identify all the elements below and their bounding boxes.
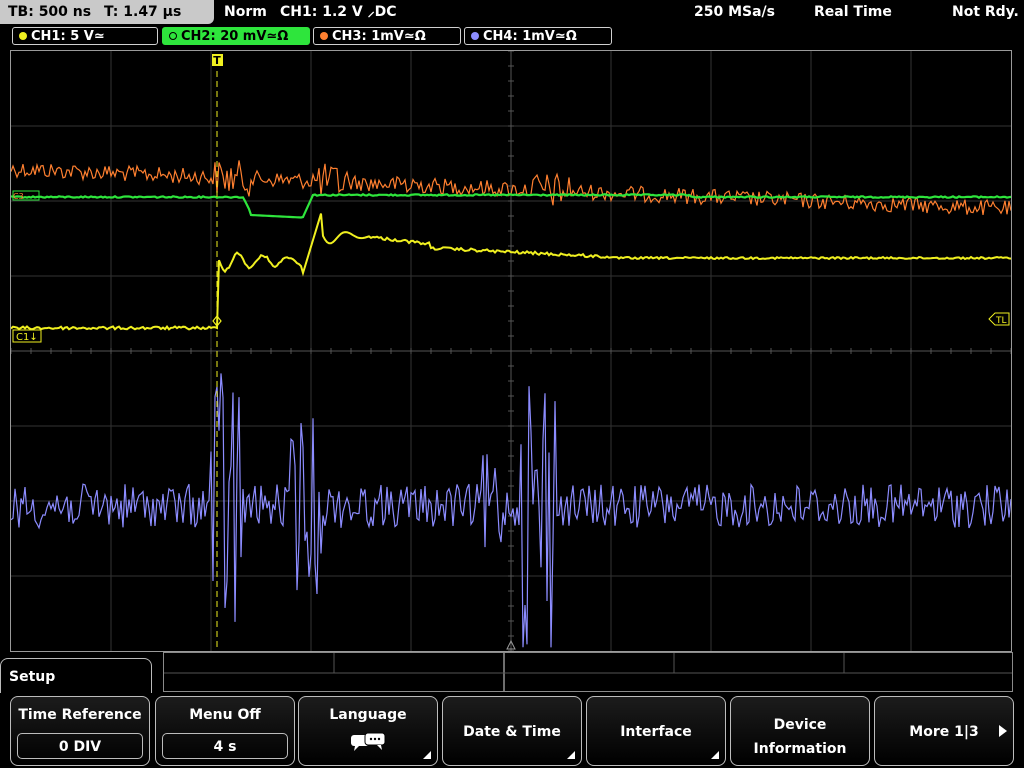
- submenu-indicator-icon: [711, 751, 719, 759]
- ch2-dot-icon: [169, 32, 177, 40]
- interface-button[interactable]: Interface: [586, 696, 726, 766]
- timebase-box[interactable]: TB: 500 ns T: 1.47 µs: [0, 0, 214, 24]
- timebase-label: TB: 500 ns: [8, 4, 92, 20]
- trigger-source[interactable]: CH1: 1.2 V ⸝DC: [280, 0, 396, 24]
- ch1-dot-icon: [19, 32, 27, 40]
- trigger-marker-label: T: [213, 54, 221, 67]
- next-page-arrow-icon: [999, 725, 1007, 737]
- speech-bubbles-icon: [351, 732, 386, 751]
- trigger-level-marker[interactable]: TL: [988, 312, 1010, 326]
- time-reference-button[interactable]: Time Reference 0 DIV: [10, 696, 150, 766]
- trigger-time-label: T: 1.47 µs: [104, 4, 182, 20]
- channel-tab-ch3[interactable]: CH3: 1mV≃Ω: [313, 27, 461, 45]
- more-label: More 1|3: [909, 724, 979, 740]
- waveform-display[interactable]: T C1↓ TL C3: [10, 50, 1012, 652]
- channel-row: CH1: 5 V≃ CH2: 20 mV≃Ω CH3: 1mV≃Ω CH4: 1…: [0, 26, 1024, 48]
- device-information-line2: Information: [753, 741, 847, 757]
- language-button[interactable]: Language: [298, 696, 438, 766]
- ch3-dot-icon: [320, 32, 328, 40]
- ch4-label: CH4: 1mV≃Ω: [483, 29, 577, 44]
- ch3-label: CH3: 1mV≃Ω: [332, 29, 426, 44]
- overview-ticks: [164, 653, 1012, 691]
- ch2-label: CH2: 20 mV≃Ω: [181, 29, 289, 44]
- time-reference-label: Time Reference: [18, 707, 142, 723]
- acquisition-mode: Real Time: [814, 4, 892, 20]
- channel-tab-ch1[interactable]: CH1: 5 V≃: [12, 27, 158, 45]
- setup-menu-tab[interactable]: Setup: [0, 658, 152, 698]
- sample-rate: 250 MSa/s: [694, 4, 776, 20]
- softkey-menu: Time Reference 0 DIV Menu Off 4 s Langua…: [0, 693, 1024, 768]
- date-time-label: Date & Time: [463, 724, 561, 740]
- date-time-button[interactable]: Date & Time: [442, 696, 582, 766]
- waveform-svg: T C1↓ TL C3: [11, 51, 1011, 651]
- language-label: Language: [329, 707, 407, 723]
- ch1-offset-marker[interactable]: C1↓: [12, 329, 42, 343]
- zoom-overview-bar: [163, 652, 1013, 692]
- c1-marker-label: C1↓: [16, 332, 38, 343]
- more-button[interactable]: More 1|3: [874, 696, 1014, 766]
- channel-tab-ch4[interactable]: CH4: 1mV≃Ω: [464, 27, 612, 45]
- menu-off-label: Menu Off: [189, 707, 261, 723]
- submenu-indicator-icon: [423, 751, 431, 759]
- device-information-label: Device Information: [731, 713, 869, 761]
- setup-label: Setup: [9, 669, 56, 685]
- tl-marker-label: TL: [995, 316, 1007, 326]
- channel-tab-ch2[interactable]: CH2: 20 mV≃Ω: [162, 27, 310, 45]
- trigger-mode[interactable]: Norm: [224, 0, 267, 24]
- ch1-label: CH1: 5 V≃: [31, 29, 105, 44]
- graticule: [11, 51, 1011, 651]
- ch4-dot-icon: [471, 32, 479, 40]
- status-bar: TB: 500 ns T: 1.47 µs Norm CH1: 1.2 V ⸝D…: [0, 0, 1024, 25]
- interface-label: Interface: [620, 724, 692, 740]
- submenu-indicator-icon: [567, 751, 575, 759]
- menu-off-value: 4 s: [162, 733, 288, 759]
- trigger-status: Not Rdy.: [952, 4, 1019, 20]
- device-information-button[interactable]: Device Information: [730, 696, 870, 766]
- menu-off-button[interactable]: Menu Off 4 s: [155, 696, 295, 766]
- device-information-line1: Device: [773, 717, 827, 733]
- trigger-marker[interactable]: T: [212, 54, 223, 67]
- time-reference-value: 0 DIV: [17, 733, 143, 759]
